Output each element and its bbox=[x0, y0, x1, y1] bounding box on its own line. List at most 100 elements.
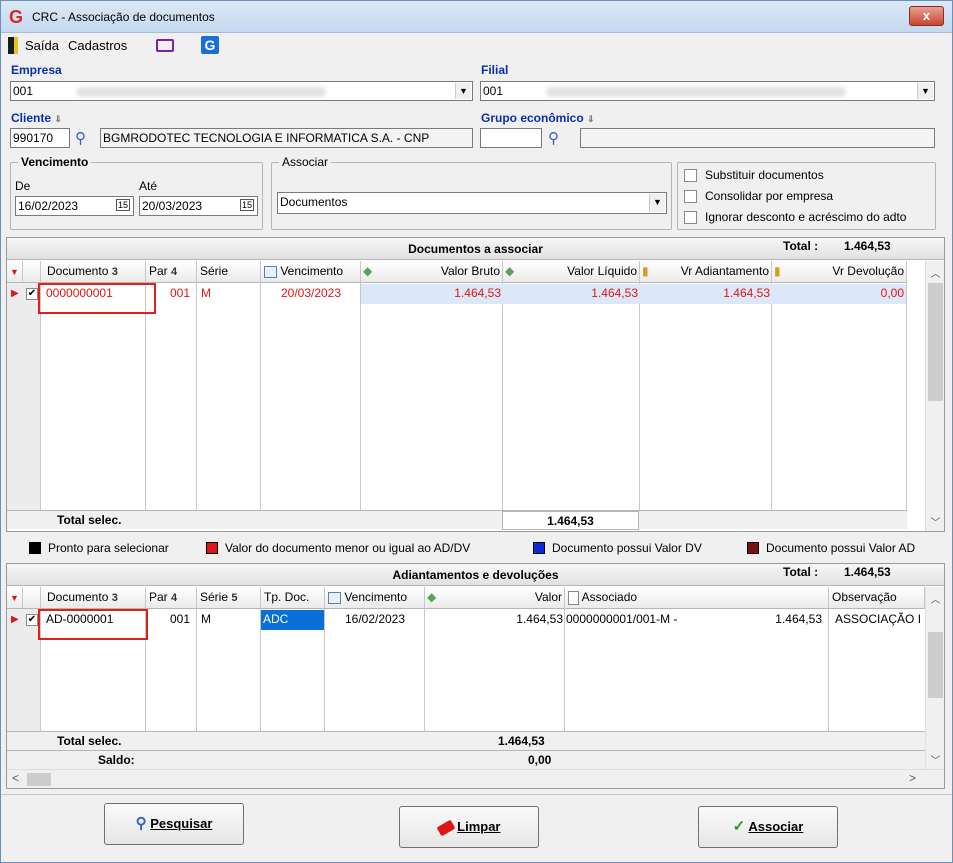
col-associado[interactable]: Associado bbox=[565, 587, 829, 609]
col-vr-devolucao[interactable]: ▮ Vr Devolução bbox=[772, 261, 907, 283]
cell-associado: 0000000001/001-M - bbox=[566, 612, 678, 626]
scroll-thumb[interactable] bbox=[928, 283, 943, 401]
col-serie[interactable]: Série bbox=[197, 261, 261, 283]
associate-button[interactable]: ✓ Associar bbox=[698, 806, 838, 848]
col-par[interactable]: Par 4 bbox=[146, 587, 197, 609]
group-label: Grupo econômico ⇓ bbox=[481, 111, 595, 125]
calendar-icon[interactable]: 15 bbox=[115, 199, 130, 211]
g-app-icon[interactable]: G bbox=[201, 36, 219, 54]
menu-bar: Saída Cadastros G bbox=[1, 33, 952, 59]
table-row[interactable]: 0000000001 001 M 20/03/2023 1.464,53 1.4… bbox=[41, 284, 906, 304]
menu-registers[interactable]: Cadastros bbox=[68, 38, 127, 53]
replace-checkbox[interactable] bbox=[684, 169, 697, 182]
associate-title: Associar bbox=[279, 155, 332, 169]
row-indicator-column bbox=[7, 283, 40, 510]
branch-select[interactable]: 001 ▼ bbox=[480, 81, 935, 101]
cell-valor-liquido: 1.464,53 bbox=[503, 284, 640, 304]
cell-vencimento: 20/03/2023 bbox=[280, 286, 342, 300]
col-valor-liquido[interactable]: ◆ Valor Líquido bbox=[503, 261, 640, 283]
col-vr-adiantamento[interactable]: ▮ Vr Adiantamento bbox=[640, 261, 772, 283]
consolidate-checkbox[interactable] bbox=[684, 190, 697, 203]
cell-vr-devolucao: 0,00 bbox=[772, 284, 906, 304]
legend-blue-swatch bbox=[533, 542, 545, 554]
footer-total-value: 1.464,53 bbox=[502, 511, 639, 530]
cell-valor: 1.464,53 bbox=[516, 612, 563, 626]
highlight-box bbox=[38, 283, 156, 314]
documents-total-value: 1.464,53 bbox=[844, 239, 891, 253]
documents-footer: Total selec. 1.464,53 bbox=[7, 510, 907, 530]
ignore-checkbox[interactable] bbox=[684, 211, 697, 224]
branch-code: 001 bbox=[483, 84, 504, 98]
col-observacao[interactable]: Observação bbox=[829, 587, 925, 609]
grid-line bbox=[502, 283, 503, 510]
grid-line bbox=[639, 283, 640, 510]
grid-line bbox=[196, 283, 197, 510]
calendar-icon bbox=[328, 591, 341, 604]
calendar-icon[interactable]: 15 bbox=[239, 199, 254, 211]
vertical-scrollbar[interactable]: ︿ ﹀ bbox=[925, 261, 944, 531]
clear-button[interactable]: Limpar bbox=[399, 806, 539, 848]
checkbox-col-header bbox=[23, 261, 41, 283]
scroll-down-icon: ﹀ bbox=[930, 756, 941, 767]
col-documento[interactable]: Documento 3 bbox=[41, 261, 146, 283]
search-icon[interactable]: ⚲ bbox=[548, 129, 559, 147]
col-valor-bruto[interactable]: ◆ Valor Bruto bbox=[361, 261, 503, 283]
company-label: Empresa bbox=[11, 63, 62, 77]
cell-associado-valor: 1.464,53 bbox=[775, 612, 822, 626]
menu-exit[interactable]: Saída bbox=[25, 38, 59, 53]
title-bar: G CRC - Associação de documentos x bbox=[1, 1, 952, 33]
sort-index-icon: 5 bbox=[231, 592, 238, 604]
col-documento[interactable]: Documento 3 bbox=[41, 587, 146, 609]
chevron-down-icon[interactable]: ▼ bbox=[455, 83, 471, 99]
table-row[interactable]: AD-0000001 001 M ADC 16/02/2023 1.464,53… bbox=[41, 610, 925, 630]
vertical-scrollbar[interactable]: ︿ ﹀ bbox=[925, 587, 944, 769]
col-vencimento[interactable]: Vencimento bbox=[261, 261, 361, 283]
sort-index-icon: 4 bbox=[171, 266, 178, 278]
close-button[interactable]: x bbox=[909, 6, 944, 26]
company-code: 001 bbox=[13, 84, 34, 98]
highlight-box bbox=[38, 609, 148, 640]
advances-total-label: Total : bbox=[783, 565, 819, 579]
client-code-field[interactable]: 990170 bbox=[10, 128, 70, 148]
scroll-thumb[interactable] bbox=[27, 773, 51, 786]
associate-select[interactable]: Documentos ▼ bbox=[277, 192, 667, 214]
scroll-thumb[interactable] bbox=[928, 632, 943, 698]
sort-index-icon: 3 bbox=[111, 592, 118, 604]
col-tp-doc[interactable]: Tp. Doc. bbox=[261, 587, 325, 609]
scroll-left-icon: < bbox=[12, 771, 20, 785]
group-code-field[interactable] bbox=[480, 128, 542, 148]
advances-footer-total: Total selec. 1.464,53 bbox=[7, 731, 925, 750]
search-button[interactable]: ⚲ Pesquisar bbox=[104, 803, 244, 845]
advances-grid-header: Adiantamentos e devoluções Total : 1.464… bbox=[7, 564, 944, 586]
from-date-field[interactable]: 16/02/2023 15 bbox=[15, 196, 134, 216]
footer-total-label: Total selec. bbox=[57, 513, 122, 527]
grid-line bbox=[145, 283, 146, 510]
main-window: G CRC - Associação de documentos x Saída… bbox=[0, 0, 953, 863]
legend-item: Documento possui Valor DV bbox=[552, 541, 702, 555]
sort-index-icon: 3 bbox=[111, 266, 118, 278]
col-vencimento[interactable]: Vencimento bbox=[325, 587, 425, 609]
col-valor[interactable]: ◆ Valor bbox=[425, 587, 565, 609]
company-select[interactable]: 001 ▼ bbox=[10, 81, 473, 101]
monitor-icon[interactable] bbox=[156, 39, 174, 52]
row-checkbox[interactable]: ✔ bbox=[26, 614, 38, 626]
grid-line bbox=[906, 283, 907, 510]
row-indicator-column bbox=[7, 609, 40, 731]
eraser-icon bbox=[436, 819, 455, 836]
horizontal-scrollbar[interactable]: < > bbox=[7, 769, 944, 788]
col-par[interactable]: Par 4 bbox=[146, 261, 197, 283]
legend-darkred-swatch bbox=[747, 542, 759, 554]
advances-grid: Adiantamentos e devoluções Total : 1.464… bbox=[6, 563, 945, 789]
indicator-col-header: ▼ bbox=[7, 587, 23, 609]
documents-total-label: Total : bbox=[783, 239, 819, 253]
col-serie[interactable]: Série 5 bbox=[197, 587, 261, 609]
coins-icon: ▮ bbox=[642, 264, 649, 278]
to-label: Até bbox=[139, 179, 158, 193]
chevron-down-icon[interactable]: ▼ bbox=[649, 194, 665, 212]
row-checkbox[interactable]: ✔ bbox=[26, 288, 38, 300]
chevron-down-icon[interactable]: ▼ bbox=[917, 83, 933, 99]
app-logo-icon: G bbox=[9, 7, 24, 27]
search-icon[interactable]: ⚲ bbox=[75, 129, 86, 147]
to-date-field[interactable]: 20/03/2023 15 bbox=[139, 196, 258, 216]
current-row-arrow-icon: ▶ bbox=[11, 288, 19, 299]
